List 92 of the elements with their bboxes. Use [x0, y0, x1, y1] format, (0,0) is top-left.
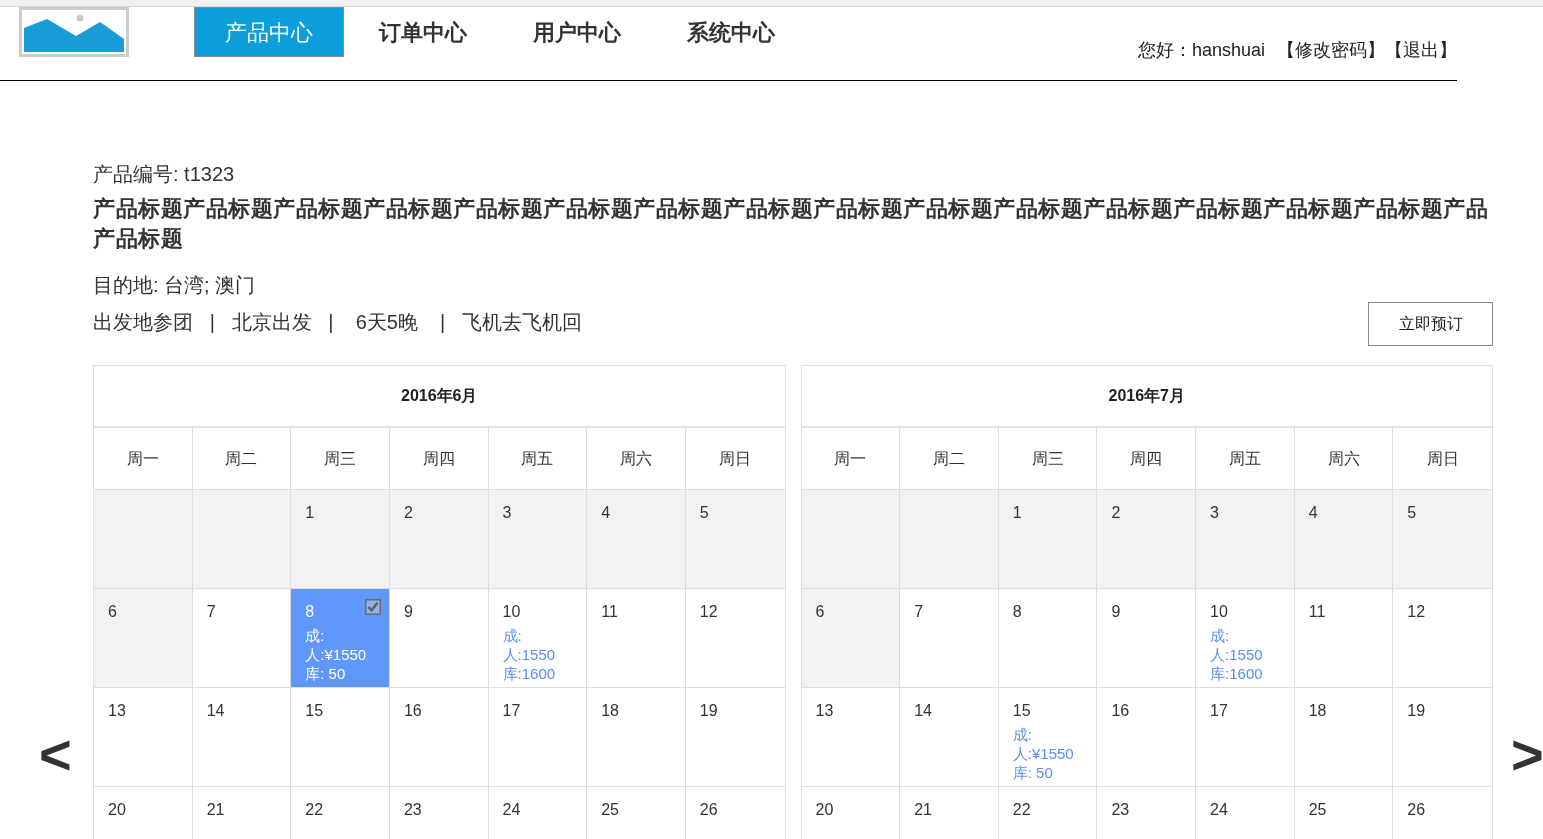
price-text: 人:¥1550 [305, 645, 367, 664]
weekday-header: 周二 [900, 428, 999, 489]
day-number: 10 [502, 602, 521, 621]
day-number: 24 [502, 800, 521, 819]
day-number: 1 [305, 503, 315, 522]
day-number: 5 [699, 503, 709, 522]
day-number: 9 [1111, 602, 1121, 621]
previous-month-button[interactable]: < [39, 727, 72, 783]
day-number: 19 [699, 701, 718, 720]
day-number: 20 [108, 800, 126, 819]
checkbox-icon[interactable] [364, 599, 381, 615]
day-number: 9 [403, 602, 413, 621]
day-number: 18 [601, 701, 619, 720]
day-number: 13 [815, 701, 834, 720]
day-number: 13 [108, 701, 126, 720]
price-text: 人:1550 [502, 645, 556, 664]
weekday-header: 周六 [1294, 428, 1394, 489]
weekday-header: 周二 [192, 428, 292, 489]
weekday-header: 周三 [998, 428, 1098, 489]
price-text: 库: 50 [305, 664, 346, 683]
month-title: 2016年6月 [401, 386, 478, 406]
day-number: 11 [601, 602, 618, 621]
day-number: 15 [1012, 701, 1031, 720]
logo-image-icon [19, 7, 129, 57]
day-number: 4 [1308, 503, 1318, 522]
day-number: 17 [1210, 701, 1228, 720]
month-title: 2016年7月 [1108, 386, 1185, 406]
destination-text: 目的地: 台湾; 澳门 [93, 273, 256, 297]
price-text: 成: [305, 626, 325, 645]
weekday-header: 周五 [488, 428, 588, 489]
day-number: 6 [108, 602, 117, 621]
greeting-text: 您好：hanshuai [1137, 39, 1265, 61]
day-number: 21 [206, 800, 225, 819]
day-number: 8 [305, 602, 315, 621]
day-number: 12 [1407, 602, 1426, 621]
book-now-button[interactable]: 立即预订 [1368, 302, 1493, 346]
day-number: 16 [1111, 701, 1130, 720]
price-text: 库: 50 [1012, 763, 1053, 782]
day-number: 23 [403, 800, 422, 819]
weekday-header: 周四 [389, 428, 489, 489]
day-number: 25 [601, 800, 619, 819]
day-number: 10 [1210, 602, 1228, 621]
weekday-header: 周四 [1097, 428, 1197, 489]
day-number: 7 [206, 602, 216, 621]
next-month-button[interactable]: > [1511, 727, 1543, 783]
price-text: 人:¥1550 [1012, 744, 1074, 763]
day-number: 2 [1111, 503, 1121, 522]
day-number: 3 [1210, 503, 1219, 522]
price-text: 库:1600 [1210, 664, 1263, 683]
weekday-header: 周六 [587, 428, 686, 489]
day-number: 20 [815, 800, 834, 819]
weekday-header: 周日 [1425, 448, 1460, 469]
day-number: 3 [502, 503, 512, 522]
day-number: 26 [1407, 800, 1426, 819]
product-number: 产品编号: t1323 [93, 162, 235, 186]
day-number: 1 [1012, 503, 1022, 522]
day-number: 5 [1407, 503, 1417, 522]
weekday-header: 周一 [94, 428, 193, 489]
day-number: 26 [699, 800, 718, 819]
trip-details: 出发地参团 | 北京出发 | 6天5晚 | 飞机去飞机回 [93, 310, 582, 334]
product-title: 产品标题产品标题产品标题产品标题产品标题产品标题产品标题产品标题产品标题产品标题产品标题产品标题产品标题产品标题产品标题产品产品标题 [93, 195, 1489, 253]
day-number: 22 [305, 800, 324, 819]
day-number: 6 [815, 602, 825, 621]
day-number: 21 [914, 800, 932, 819]
day-number: 18 [1308, 701, 1327, 720]
day-number: 14 [206, 701, 225, 720]
day-number: 25 [1308, 800, 1327, 819]
weekday-header: 周三 [291, 428, 390, 489]
price-text: 库:1600 [502, 664, 556, 683]
day-number: 22 [1012, 800, 1031, 819]
day-number: 19 [1407, 701, 1426, 720]
weekday-header: 周一 [801, 428, 901, 489]
header-link[interactable]: 【退出】 [1385, 39, 1457, 61]
price-text: 成: [1210, 626, 1230, 645]
header-link[interactable]: 【修改密码】 [1277, 39, 1385, 61]
day-number: 14 [914, 701, 932, 720]
day-number: 2 [403, 503, 413, 522]
weekday-header: 周五 [1196, 428, 1295, 489]
price-text: 人:1550 [1210, 645, 1263, 664]
day-number: 23 [1111, 800, 1130, 819]
day-number: 8 [1012, 602, 1022, 621]
price-text: 成: [502, 626, 522, 645]
day-number: 7 [914, 602, 924, 621]
day-number: 16 [403, 701, 422, 720]
price-text: 成: [1012, 725, 1032, 744]
day-number: 15 [305, 701, 324, 720]
day-number: 11 [1308, 602, 1326, 621]
day-number: 24 [1210, 800, 1228, 819]
weekday-header: 周日 [718, 448, 753, 469]
day-number: 4 [601, 503, 611, 522]
day-number: 12 [699, 602, 718, 621]
day-number: 17 [502, 701, 521, 720]
